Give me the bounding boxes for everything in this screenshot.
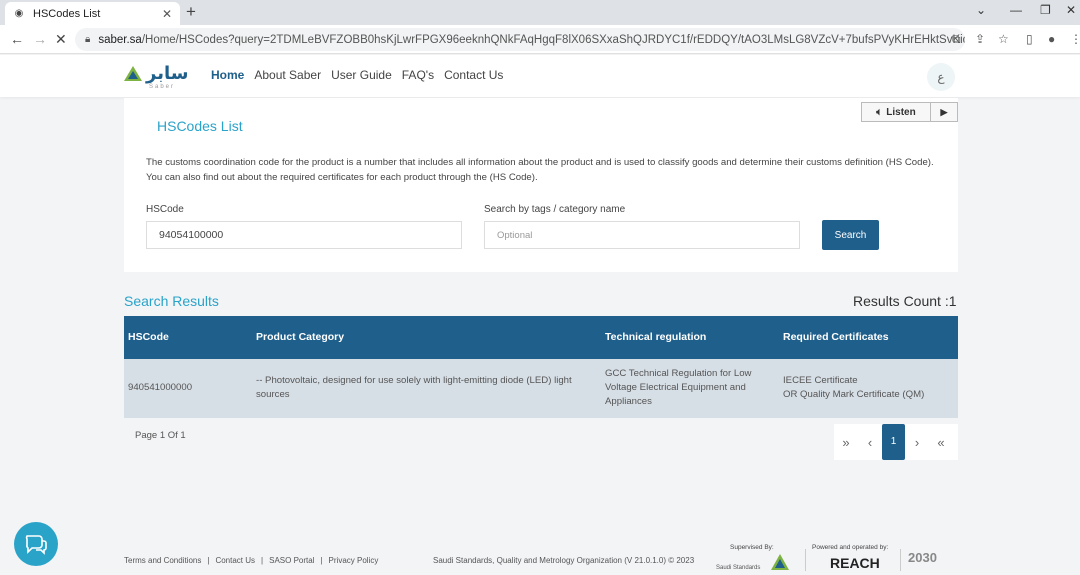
first-page-icon[interactable]: »	[834, 435, 858, 450]
saso-logo-icon	[771, 554, 789, 570]
results-title: Search Results	[124, 293, 219, 309]
close-window-icon[interactable]: ✕	[1066, 3, 1076, 17]
logo-subtext: Saber	[149, 84, 176, 90]
table-header: HSCode Product Category Technical regula…	[124, 316, 958, 359]
page-description: The customs coordination code for the pr…	[146, 157, 934, 183]
row-hscode: 940541000000	[128, 382, 193, 393]
footer-separator: |	[320, 556, 323, 565]
forward-icon[interactable]: →	[33, 31, 47, 47]
last-page-icon[interactable]: «	[929, 435, 953, 450]
site-header: سابر Saber Home About Saber User Guide F…	[0, 55, 1080, 97]
nav-home[interactable]: Home	[211, 68, 244, 82]
saber-logo-icon	[124, 66, 142, 81]
chat-button[interactable]	[14, 522, 58, 566]
results-count: Results Count :1	[853, 293, 957, 309]
bookmark-star-icon[interactable]: ☆	[998, 32, 1009, 46]
footer-contact-link[interactable]: Contact Us	[215, 556, 255, 565]
footer-saso-link[interactable]: SASO Portal	[269, 556, 314, 565]
search-button[interactable]: Search	[822, 220, 879, 250]
minimize-icon[interactable]: —	[1010, 3, 1022, 17]
col-hscode: HSCode	[128, 331, 169, 343]
footer-divider	[900, 549, 901, 571]
tab-search-icon[interactable]: ⌄	[976, 3, 986, 17]
saber-logo[interactable]: سابر Saber	[123, 63, 189, 90]
row-category: -- Photovoltaic, designed for use solely…	[256, 375, 572, 400]
browser-tabbar: ◉ HSCodes List ✕ + ⌄ — ❐ ✕	[0, 0, 1080, 25]
back-icon[interactable]: ←	[10, 31, 24, 47]
chat-bubbles-icon	[25, 535, 47, 555]
row-regulation: GCC Technical Regulation for Low Voltage…	[605, 368, 752, 407]
results-table: HSCode Product Category Technical regula…	[124, 316, 958, 418]
prev-page-icon[interactable]: ‹	[858, 435, 882, 450]
saso-logo-text: Saudi Standards	[716, 565, 761, 571]
footer-links: Terms and Conditions | Contact Us | SASO…	[124, 556, 378, 565]
logo-text: سابر	[146, 63, 189, 84]
vision-2030-logo: 2030	[908, 550, 937, 565]
pagination: » ‹ 1 › «	[834, 424, 958, 460]
tags-label: Search by tags / category name	[484, 204, 626, 215]
page-title: HSCodes List	[157, 118, 243, 134]
footer-divider	[805, 549, 806, 571]
page-1-button[interactable]: 1	[882, 424, 905, 460]
menu-kebab-icon[interactable]: ⋮	[1070, 32, 1080, 46]
supervised-by-label: Supervised By:	[730, 544, 774, 551]
speaker-icon: 🔈︎	[876, 106, 883, 118]
footer-separator: |	[261, 556, 264, 565]
url-path: /Home/HSCodes?query=2TDMLeBVFZOBB0hsKjLw…	[141, 33, 965, 46]
operated-by-label: Powered and operated by:	[812, 544, 889, 551]
language-toggle-button[interactable]: ع	[927, 63, 955, 91]
row-certificate-1: IECEE Certificate	[783, 375, 858, 386]
listen-button[interactable]: 🔈︎ Listen	[862, 103, 931, 121]
col-required-certificates: Required Certificates	[783, 331, 889, 343]
row-certificate-2: OR Quality Mark Certificate (QM)	[783, 389, 925, 400]
table-row[interactable]: 940541000000 -- Photovoltaic, designed f…	[124, 359, 958, 418]
tab-title: HSCodes List	[33, 7, 101, 20]
browser-toolbar: ← → ✕ 🔒︎ saber.sa/Home/HSCodes?query=2TD…	[0, 25, 1080, 54]
nav-contact-us[interactable]: Contact Us	[444, 68, 503, 82]
next-page-icon[interactable]: ›	[905, 435, 929, 450]
share-icon[interactable]: ⇪	[975, 32, 985, 46]
col-technical-regulation: Technical regulation	[605, 331, 707, 343]
footer-separator: |	[207, 556, 210, 565]
search-card: HSCodes List The customs coordination co…	[124, 98, 958, 272]
url-host: saber.sa	[98, 33, 142, 46]
tags-input[interactable]: Optional	[484, 221, 800, 249]
nav-about-saber[interactable]: About Saber	[254, 68, 321, 82]
page-info: Page 1 Of 1	[135, 430, 186, 441]
play-icon[interactable]: ▶	[931, 103, 957, 121]
listen-widget: 🔈︎ Listen ▶	[861, 102, 958, 122]
nav-user-guide[interactable]: User Guide	[331, 68, 392, 82]
new-tab-icon[interactable]: +	[186, 3, 196, 21]
translate-icon[interactable]: ⧉	[952, 32, 961, 47]
address-bar[interactable]: 🔒︎ saber.sa/Home/HSCodes?query=2TDMLeBVF…	[75, 28, 965, 51]
reach-logo[interactable]: REACH	[830, 555, 880, 571]
maximize-icon[interactable]: ❐	[1040, 3, 1051, 17]
hscode-input[interactable]: 94054100000	[146, 221, 462, 249]
profile-icon[interactable]: ●	[1048, 32, 1055, 46]
lock-icon[interactable]: 🔒︎	[85, 34, 90, 45]
close-tab-icon[interactable]: ✕	[162, 7, 172, 21]
stop-loading-icon[interactable]: ✕	[55, 31, 67, 48]
copyright: Saudi Standards, Quality and Metrology O…	[433, 556, 695, 565]
hscode-label: HSCode	[146, 204, 184, 215]
browser-tab[interactable]: ◉ HSCodes List ✕	[5, 2, 180, 25]
main-nav: Home About Saber User Guide FAQ's Contac…	[211, 68, 503, 82]
side-panel-icon[interactable]: ▯	[1026, 32, 1033, 46]
site-favicon-icon: ◉	[14, 8, 24, 19]
footer-privacy-link[interactable]: Privacy Policy	[329, 556, 379, 565]
nav-faqs[interactable]: FAQ's	[402, 68, 434, 82]
footer-terms-link[interactable]: Terms and Conditions	[124, 556, 201, 565]
col-product-category: Product Category	[256, 331, 345, 343]
listen-label: Listen	[886, 106, 916, 118]
